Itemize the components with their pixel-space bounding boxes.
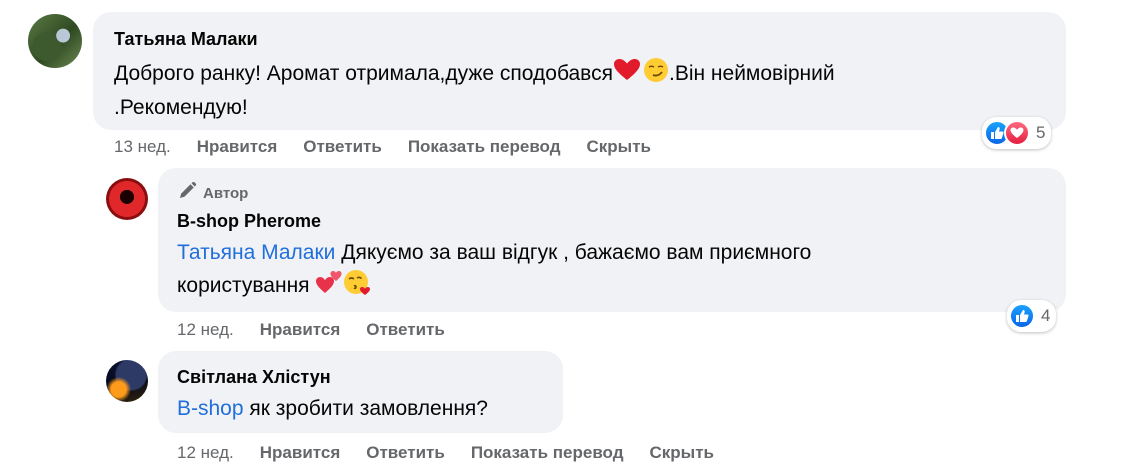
- author-badge: Автор: [177, 181, 248, 205]
- mention-link[interactable]: B-shop: [177, 397, 244, 420]
- comment-text-line: як зробити замовлення?: [243, 397, 488, 420]
- comment-text: Татьяна Малаки Дякуємо за ваш відгук , б…: [177, 237, 1057, 305]
- comment-timestamp[interactable]: 12 нед.: [177, 320, 234, 340]
- like-button[interactable]: Нравится: [197, 137, 278, 157]
- previous-content-edge: [0, 0, 1135, 4]
- reply-button[interactable]: Ответить: [303, 137, 382, 157]
- avatar[interactable]: [106, 178, 148, 220]
- comment-actions: 13 нед. Нравится Ответить Показать перев…: [114, 137, 677, 157]
- comment-text: B-shop як зробити замовлення?: [177, 393, 557, 424]
- reaction-count: 5: [1036, 123, 1046, 142]
- show-translation-button[interactable]: Показать перевод: [408, 137, 561, 157]
- comment-actions: 12 нед. Нравится Ответить Показать перев…: [177, 443, 740, 463]
- author-badge-label: Автор: [203, 184, 249, 202]
- red-heart-icon: [613, 58, 641, 91]
- commenter-name[interactable]: Татьяна Малаки: [114, 29, 258, 50]
- like-button[interactable]: Нравится: [260, 320, 341, 340]
- comment-text-line: Дякуємо за ваш відгук , бажаємо вам приє…: [335, 241, 812, 264]
- comment-timestamp[interactable]: 13 нед.: [114, 137, 171, 157]
- comment-text-line: користування: [177, 274, 310, 298]
- commenter-name[interactable]: B-shop Pherome: [177, 211, 321, 232]
- avatar[interactable]: [106, 360, 148, 402]
- comment-timestamp[interactable]: 12 нед.: [177, 443, 234, 463]
- hide-button[interactable]: Скрыть: [650, 443, 714, 463]
- hide-button[interactable]: Скрыть: [587, 137, 651, 157]
- kissing-heart-emoji-icon: [343, 268, 371, 305]
- like-icon: [1009, 303, 1035, 329]
- commenter-name[interactable]: Світлана Хлістун: [177, 367, 331, 388]
- reaction-summary[interactable]: 5: [982, 117, 1052, 149]
- two-hearts-icon: [315, 269, 343, 304]
- reaction-summary[interactable]: 4: [1007, 300, 1057, 332]
- comment-text: Доброго ранку! Аромат отримала,дуже спод…: [114, 57, 1054, 123]
- mention-link[interactable]: Татьяна Малаки: [177, 241, 335, 264]
- love-icon: [1004, 120, 1030, 146]
- show-translation-button[interactable]: Показать перевод: [471, 443, 624, 463]
- avatar[interactable]: [28, 14, 82, 68]
- reply-button[interactable]: Ответить: [366, 320, 445, 340]
- like-button[interactable]: Нравится: [260, 443, 341, 463]
- pen-icon: [177, 181, 197, 205]
- reaction-count: 4: [1041, 306, 1051, 325]
- comment-actions: 12 нед. Нравится Ответить: [177, 320, 471, 340]
- reply-button[interactable]: Ответить: [366, 443, 445, 463]
- comment-text-line: Доброго ранку! Аромат отримала,дуже спод…: [114, 62, 613, 86]
- comment-text-line: .Він неймовірний: [668, 62, 835, 86]
- smirk-emoji-icon: [643, 57, 669, 92]
- comment-text-line: .Рекомендую!: [114, 96, 248, 119]
